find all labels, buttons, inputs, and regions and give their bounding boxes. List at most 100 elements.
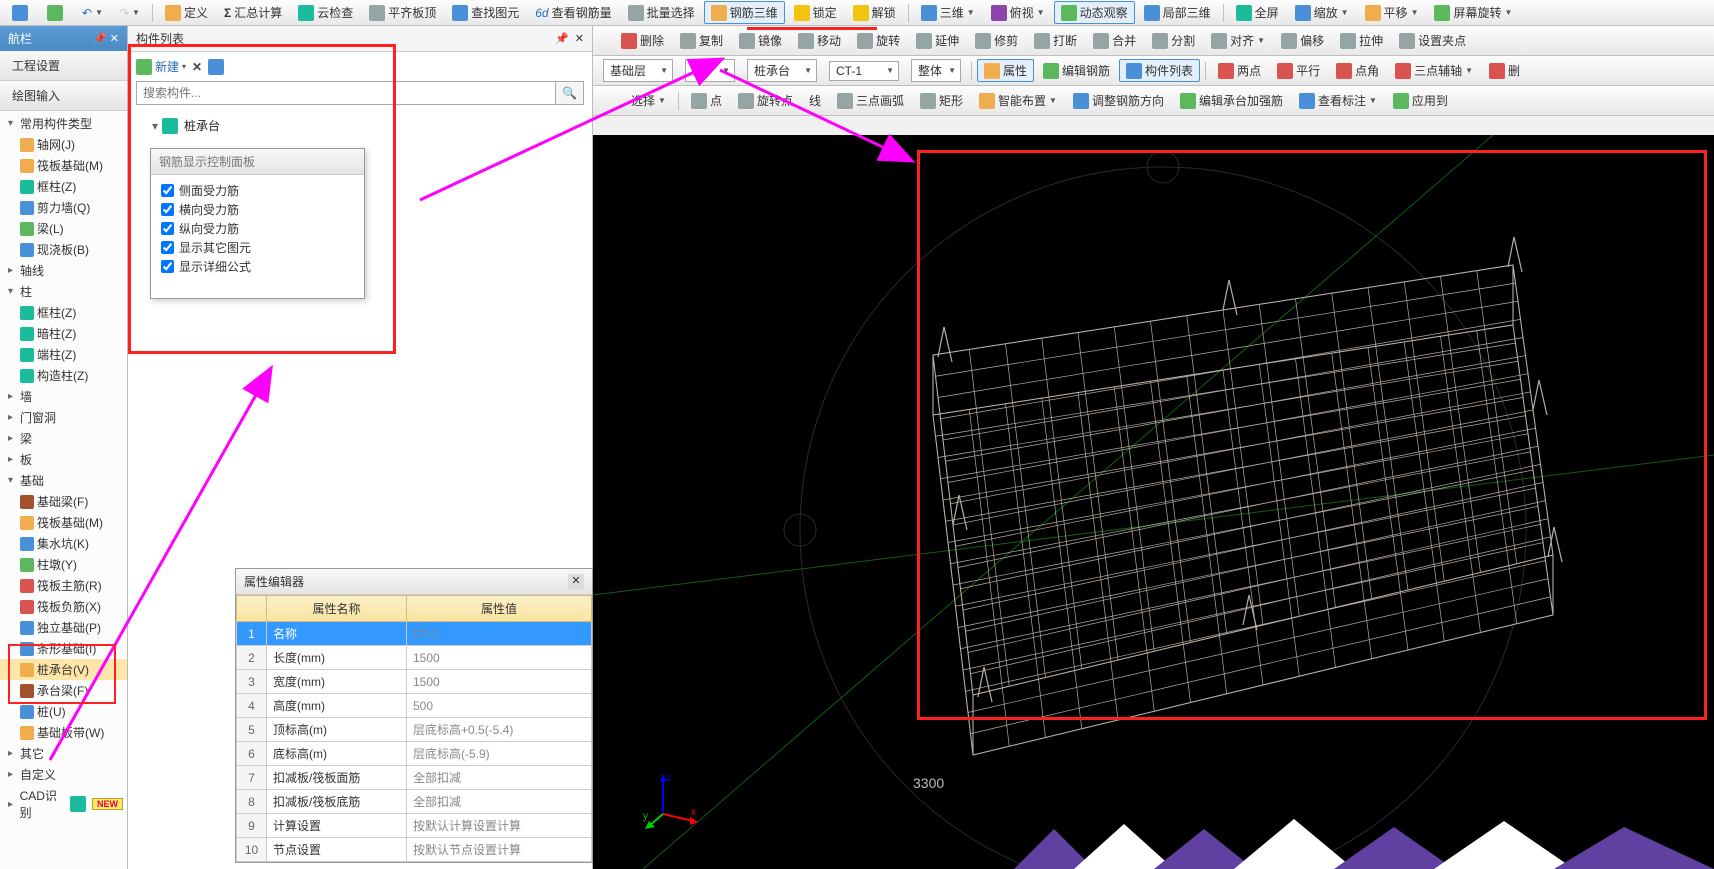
select-button[interactable]: 选择▼ (624, 89, 673, 112)
nav-group-axis[interactable]: ▸轴线 (0, 260, 127, 281)
nav-section-draw[interactable]: 绘图输入 (0, 81, 127, 111)
nav-pin-icon[interactable]: 📌 ✕ (93, 32, 119, 45)
prop-row[interactable]: 6底标高(m)层底标高(-5.9) (237, 742, 592, 766)
offset-button[interactable]: 偏移 (1274, 29, 1331, 52)
qat-undo[interactable]: ↶▼ (75, 3, 110, 23)
props-button[interactable]: 属性 (977, 59, 1034, 82)
ptangle-button[interactable]: 点角 (1329, 59, 1386, 82)
nav-item-raft2[interactable]: 筏板基础(M) (0, 512, 127, 533)
nav-item-raftmain[interactable]: 筏板主筋(R) (0, 575, 127, 596)
extend-button[interactable]: 延伸 (909, 29, 966, 52)
flat-top-button[interactable]: 平齐板顶 (362, 1, 443, 24)
rect-button[interactable]: 矩形 (913, 89, 970, 112)
align-button[interactable]: 对齐▼ (1204, 29, 1272, 52)
layer-dropdown[interactable]: 基础层 (603, 59, 673, 82)
comp-close-icon[interactable]: ✕ (575, 32, 584, 45)
cb-other-elem[interactable]: 显示其它图元 (161, 238, 354, 257)
prop-row[interactable]: 3宽度(mm)1500 (237, 670, 592, 694)
nav-group-custom[interactable]: ▸自定义 (0, 764, 127, 785)
local-3d-button[interactable]: 局部三维 (1137, 1, 1218, 24)
dyn-view-button[interactable]: 动态观察 (1054, 1, 1135, 24)
move-button[interactable]: 移动 (791, 29, 848, 52)
nav-item-constrcol[interactable]: 构造柱(Z) (0, 365, 127, 386)
view-rebar-button[interactable]: 6d查看钢筋量 (528, 1, 618, 24)
nav-item-foundstrip[interactable]: 基础板带(W) (0, 722, 127, 743)
qat-redo[interactable]: ↷▼ (112, 3, 147, 23)
lock-button[interactable]: 锁定 (787, 1, 844, 24)
nav-item-capbeam[interactable]: 承台梁(F) (0, 680, 127, 701)
nav-item-pile[interactable]: 桩(U) (0, 701, 127, 722)
setgrip-button[interactable]: 设置夹点 (1392, 29, 1473, 52)
applyto-button[interactable]: 应用到 (1386, 89, 1455, 112)
prop-row[interactable]: 7扣减板/筏板面筋全部扣减 (237, 766, 592, 790)
nav-item-endcol[interactable]: 端柱(Z) (0, 344, 127, 365)
adjust-dir-button[interactable]: 调整钢筋方向 (1066, 89, 1171, 112)
prop-row[interactable]: 10节点设置按默认节点设置计算 (237, 838, 592, 862)
cb-side-rebar[interactable]: 侧面受力筋 (161, 181, 354, 200)
comp-copy-icon[interactable] (208, 59, 224, 75)
edit-cap-rebar-button[interactable]: 编辑承台加强筋 (1173, 89, 1290, 112)
nav-item-castslab[interactable]: 现浇板(B) (0, 239, 127, 260)
comp-delete-icon[interactable]: ✕ (192, 60, 202, 74)
copy-button[interactable]: 复制 (673, 29, 730, 52)
point-button[interactable]: 点 (684, 89, 729, 112)
fullscreen-button[interactable]: 全屏 (1229, 1, 1286, 24)
nav-item-raft[interactable]: 筏板基础(M) (0, 155, 127, 176)
nav-item-pilecap[interactable]: 桩承台(V) (0, 659, 127, 680)
qat-btn-1[interactable] (5, 2, 38, 24)
nav-item-shearwall[interactable]: 剪力墙(Q) (0, 197, 127, 218)
nav-item-beam[interactable]: 梁(L) (0, 218, 127, 239)
cb-detail-formula[interactable]: 显示详细公式 (161, 257, 354, 276)
batch-sel-button[interactable]: 批量选择 (621, 1, 702, 24)
nav-item-framecol[interactable]: 框柱(Z) (0, 176, 127, 197)
comp-pin-icon[interactable]: 📌 (555, 32, 569, 45)
merge-button[interactable]: 合并 (1086, 29, 1143, 52)
type-dropdown[interactable]: 桩承台 (747, 59, 817, 82)
prop-row[interactable]: 4高度(mm)500 (237, 694, 592, 718)
edit-rebar-button[interactable]: 编辑钢筋 (1036, 59, 1117, 82)
define-button[interactable]: 定义 (158, 1, 215, 24)
unlock-button[interactable]: 解锁 (846, 1, 903, 24)
comp-dropdown[interactable]: CT-1 (829, 61, 899, 81)
nav-item-foundbeam[interactable]: 基础梁(F) (0, 491, 127, 512)
trim-button[interactable]: 修剪 (968, 29, 1025, 52)
topview-button[interactable]: 俯视▼ (984, 1, 1052, 24)
qat-btn-2[interactable] (40, 2, 73, 24)
nav-item-raftneg[interactable]: 筏板负筋(X) (0, 596, 127, 617)
sum-calc-button[interactable]: Σ汇总计算 (217, 1, 289, 24)
rebar-3d-button[interactable]: 钢筋三维 (704, 1, 785, 24)
cloud-check-button[interactable]: 云检查 (291, 1, 360, 24)
threearc-button[interactable]: 三点画弧 (830, 89, 911, 112)
twopt-button[interactable]: 两点 (1211, 59, 1268, 82)
nav-group-wall[interactable]: ▸墙 (0, 386, 127, 407)
line-button[interactable]: 线 (802, 89, 828, 112)
nav-section-project[interactable]: 工程设置 (0, 51, 127, 81)
prop-row[interactable]: 5顶标高(m)层底标高+0.5(-5.4) (237, 718, 592, 742)
pan-button[interactable]: 平移▼ (1358, 1, 1426, 24)
nav-group-beam[interactable]: ▸梁 (0, 428, 127, 449)
nav-item-axisnet[interactable]: 轴网(J) (0, 134, 127, 155)
nav-group-slab[interactable]: ▸板 (0, 449, 127, 470)
nav-item-isofound[interactable]: 独立基础(P) (0, 617, 127, 638)
nav-item-framecol2[interactable]: 框柱(Z) (0, 302, 127, 323)
nav-item-sump[interactable]: 集水坑(K) (0, 533, 127, 554)
nav-group-cad[interactable]: ▸CAD识别NEW (0, 785, 127, 823)
prop-row[interactable]: 2长度(mm)1500 (237, 646, 592, 670)
complist-button[interactable]: 构件列表 (1119, 59, 1200, 82)
3d-viewport[interactable]: 3300 z x y (593, 135, 1714, 869)
threeaux-button[interactable]: 三点辅轴▼ (1388, 59, 1480, 82)
zoom-button[interactable]: 缩放▼ (1288, 1, 1356, 24)
rotate-screen-button[interactable]: 屏幕旋转▼ (1427, 1, 1519, 24)
nav-item-pier[interactable]: 柱墩(Y) (0, 554, 127, 575)
cat-dropdown[interactable]: 基 (685, 59, 735, 82)
nav-group-door[interactable]: ▸门窗洞 (0, 407, 127, 428)
nav-group-column[interactable]: ▾柱 (0, 281, 127, 302)
smart-layout-button[interactable]: 智能布置▼ (972, 89, 1064, 112)
rotpoint-button[interactable]: 旋转点 (731, 89, 800, 112)
prop-row[interactable]: 9计算设置按默认计算设置计算 (237, 814, 592, 838)
comp-tree-root[interactable]: ▾ 桩承台 (136, 115, 584, 136)
cb-horiz-rebar[interactable]: 横向受力筋 (161, 200, 354, 219)
split-button[interactable]: 分割 (1145, 29, 1202, 52)
find-gy-button[interactable]: 查找图元 (445, 1, 526, 24)
delete-button[interactable]: 删除 (614, 29, 671, 52)
